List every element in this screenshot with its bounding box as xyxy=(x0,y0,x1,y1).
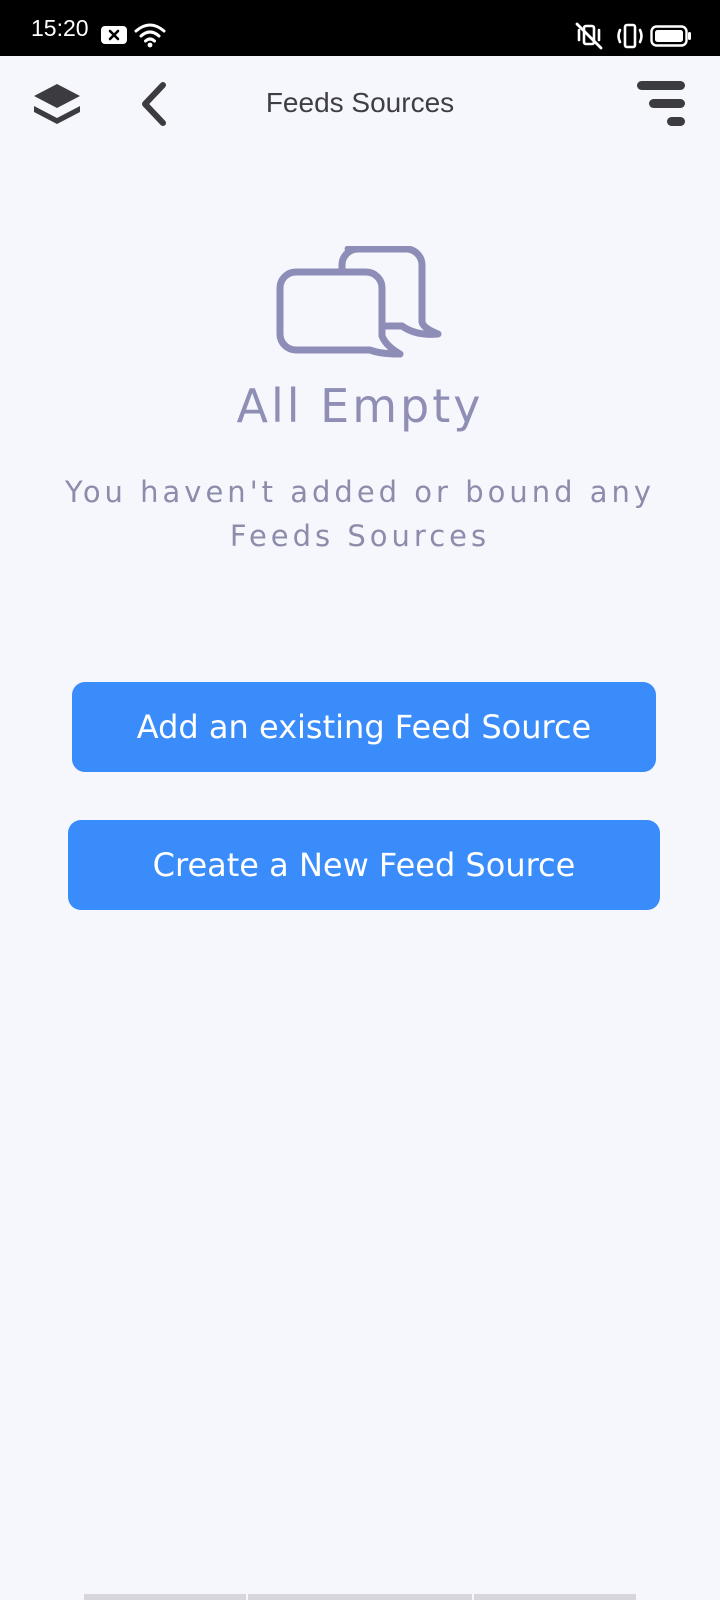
layers-icon xyxy=(34,84,80,124)
empty-state-description: You haven't added or bound any Feeds Sou… xyxy=(64,475,656,553)
vibrate-off-icon xyxy=(575,22,603,50)
nav-bar-segment-right xyxy=(474,1594,636,1600)
empty-state-title: All Empty xyxy=(236,379,484,433)
create-new-feed-source-button[interactable]: Create a New Feed Source xyxy=(68,820,660,910)
wifi-icon xyxy=(134,23,166,48)
status-bar: 15:20 xyxy=(0,0,720,56)
vibrate-icon xyxy=(617,23,643,49)
layers-button[interactable] xyxy=(24,72,90,136)
page-title: Feeds Sources xyxy=(265,87,455,118)
nav-bar-segment-left xyxy=(84,1594,246,1600)
notification-x-icon xyxy=(101,26,127,44)
add-existing-feed-source-button[interactable]: Add an existing Feed Source xyxy=(72,682,656,772)
chat-bubbles-icon xyxy=(276,246,442,358)
battery-icon xyxy=(650,25,691,47)
filter-icon xyxy=(637,81,685,126)
filter-button[interactable] xyxy=(626,72,696,136)
status-time: 15:20 xyxy=(31,15,89,41)
nav-bar-segment-center xyxy=(248,1594,472,1600)
